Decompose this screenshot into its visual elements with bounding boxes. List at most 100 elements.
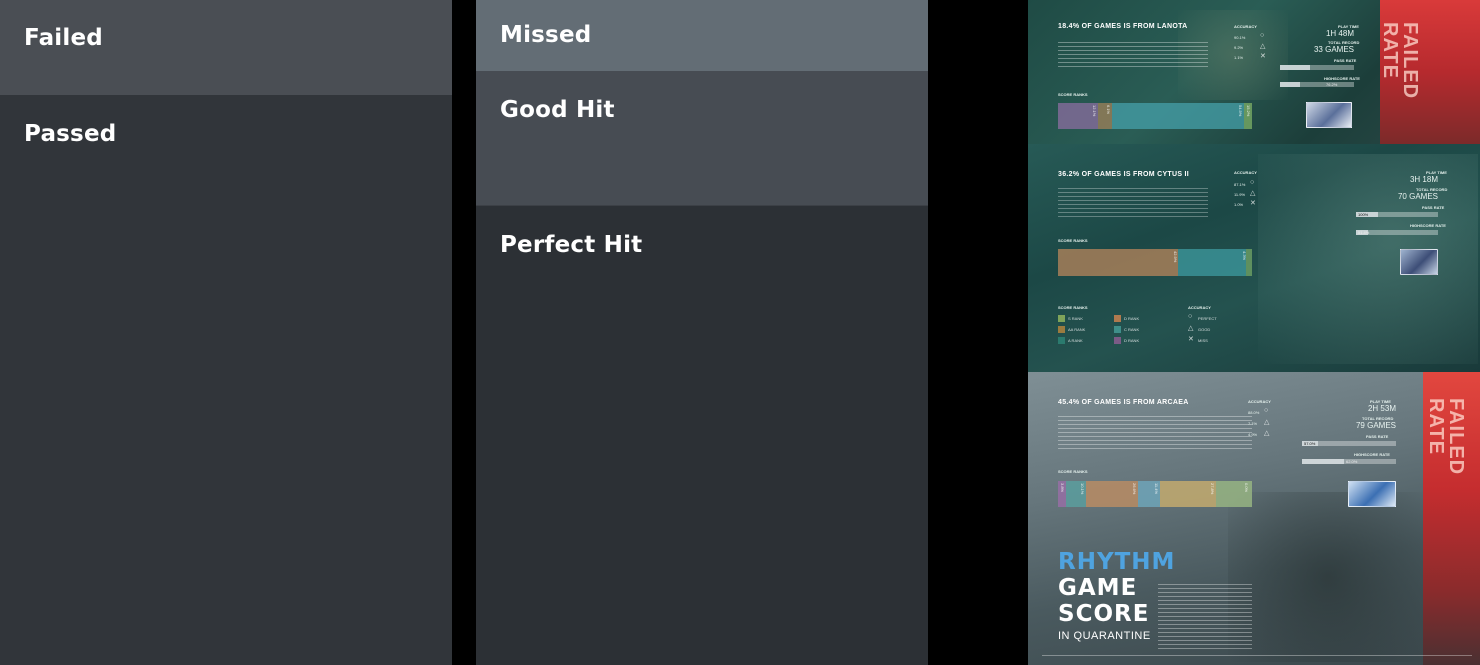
color-swatch-column-1: Failed Passed: [0, 0, 452, 665]
highscore-rate-label: HIGHSCORE RATE: [1354, 452, 1390, 457]
accuracy-good: 9.2%: [1234, 45, 1244, 50]
rank-value: 15.2%: [1246, 105, 1251, 117]
score-ranks-label: SCORE RANKS: [1058, 92, 1088, 97]
rank-value: 0.0%: [1244, 483, 1249, 493]
section-title: 36.2% OF GAMES IS FROM CYTUS II: [1058, 171, 1190, 178]
rank-value: 4.3%: [1242, 251, 1247, 261]
rank-value: 11.4%: [1154, 483, 1159, 495]
legend-label: C RANK: [1124, 327, 1140, 332]
triangle-icon: △: [1260, 43, 1266, 50]
good-hit-swatch: Good Hit: [476, 71, 928, 205]
gameplay-thumbnail: [1306, 102, 1352, 128]
legend-label: S RANK: [1068, 316, 1083, 321]
failed-rate-text: FAILED RATE: [1425, 398, 1467, 476]
poster-headline-line-1: RHYTHM: [1058, 549, 1176, 575]
failed-label: Failed: [24, 25, 103, 51]
legend-label: A RANK: [1068, 338, 1083, 343]
legend-swatch: [1114, 315, 1121, 322]
legend-swatch: [1058, 337, 1065, 344]
rank-segment: [1160, 481, 1216, 507]
score-rank-bar: 3.8% 10.1% 26.6% 11.4% 27.8% 0.0%: [1058, 481, 1252, 507]
circle-icon: ○: [1264, 407, 1269, 414]
failed-rate-text: FAILED RATE: [1379, 22, 1421, 100]
rank-value: 3.8%: [1060, 483, 1065, 493]
legend-swatch: [1114, 326, 1121, 333]
section-title: 45.4% OF GAMES IS FROM ARCAEA: [1058, 399, 1189, 406]
rank-value: 54.5%: [1238, 105, 1243, 117]
pass-rate-bar: 57.0%: [1302, 441, 1396, 446]
arcaea-section: 45.4% OF GAMES IS FROM ARCAEA ACCURACY 8…: [1028, 372, 1480, 665]
accuracy-perfect: 87.1%: [1234, 182, 1246, 187]
circle-icon: ○: [1260, 32, 1265, 39]
legend-swatch: [1114, 337, 1121, 344]
highscore-rate-bar: 76.2%: [1280, 82, 1354, 87]
rank-value: 12.1%: [1092, 105, 1097, 117]
pass-rate-bar: 100%: [1356, 212, 1438, 217]
highscore-rate-label: HIGHSCORE RATE: [1324, 76, 1360, 81]
triangle-icon: △: [1250, 190, 1256, 197]
accuracy-miss: 1.0%: [1234, 202, 1244, 207]
accuracy-miss: 1.1%: [1234, 55, 1244, 60]
triangle-icon: △: [1264, 430, 1270, 437]
legend-accuracy-title: ACCURACY: [1188, 305, 1211, 310]
rank-value: 42.9%: [1173, 251, 1178, 263]
body-text-block: [1058, 188, 1208, 218]
failed-swatch: Failed: [0, 0, 452, 95]
legend-accuracy-label: MISS: [1198, 338, 1208, 343]
pass-rate-label: PASS RATE: [1422, 205, 1445, 210]
rank-segment: [1058, 249, 1178, 276]
highscore-rate-bar: 51.4%: [1356, 230, 1438, 235]
gameplay-thumbnail: [1348, 481, 1396, 507]
legend-label: D RANK: [1124, 316, 1140, 321]
rank-value: 27.8%: [1210, 483, 1215, 495]
highscore-rate-value: 76.2%: [1326, 82, 1338, 87]
body-text-block: [1058, 42, 1208, 70]
rank-segment: [1112, 103, 1244, 129]
missed-label: Missed: [500, 22, 592, 48]
perfect-hit-label: Perfect Hit: [500, 232, 643, 258]
total-record: 79 GAMES: [1355, 421, 1396, 430]
highscore-rate-value: 51.4%: [1358, 230, 1370, 235]
accuracy-perfect: 90.1%: [1234, 35, 1246, 40]
highscore-rate-bar: 62.0%: [1302, 459, 1396, 464]
legend-accuracy-label: PERFECT: [1198, 316, 1217, 321]
cross-icon: ✕: [1260, 53, 1266, 60]
accuracy-miss: 4.9%: [1248, 432, 1258, 437]
circle-icon: ○: [1188, 313, 1193, 320]
pass-rate-bar: [1280, 65, 1354, 70]
triangle-icon: △: [1188, 325, 1194, 332]
score-rank-bar: 42.9% 4.3%: [1058, 249, 1252, 276]
legend-label: D RANK: [1124, 338, 1140, 343]
accuracy-label: ACCURACY: [1248, 399, 1271, 404]
gameplay-thumbnail: [1400, 249, 1438, 275]
rank-value: 26.6%: [1132, 483, 1137, 495]
rank-segment: [1086, 481, 1138, 507]
cytus-section: 36.2% OF GAMES IS FROM CYTUS II ACCURACY…: [1028, 144, 1480, 372]
pass-rate-label: PASS RATE: [1334, 58, 1357, 63]
poster-headline-line-2: GAME: [1058, 575, 1138, 601]
poster-body-text: [1158, 584, 1252, 652]
accuracy-good: 11.9%: [1234, 192, 1246, 197]
play-time: 1H 48M: [1325, 29, 1354, 38]
triangle-icon: △: [1264, 419, 1270, 426]
accuracy-label: ACCURACY: [1234, 24, 1257, 29]
legend-title: SCORE RANKS: [1058, 305, 1088, 310]
poster-preview: 18.4% OF GAMES IS FROM LANOTA ACCURACY 9…: [1028, 0, 1480, 665]
highscore-rate-label: HIGHSCORE RATE: [1410, 223, 1446, 228]
poster-headline-line-3: SCORE: [1058, 601, 1150, 627]
section-title: 18.4% OF GAMES IS FROM LANOTA: [1058, 23, 1188, 30]
accuracy-good: 7.1%: [1248, 421, 1258, 426]
passed-swatch: Passed: [0, 95, 452, 665]
rank-segment: [1178, 249, 1246, 276]
blurred-background: [1258, 154, 1478, 364]
rank-value: 10.1%: [1080, 483, 1085, 495]
blurred-background: [1228, 492, 1428, 662]
pass-rate-value: 100%: [1358, 212, 1369, 217]
total-record: 70 GAMES: [1397, 192, 1438, 201]
missed-swatch: Missed: [476, 0, 928, 71]
cross-icon: ✕: [1250, 200, 1256, 207]
lanota-section: 18.4% OF GAMES IS FROM LANOTA ACCURACY 9…: [1028, 0, 1480, 144]
pass-rate-value: 57.0%: [1304, 441, 1316, 446]
total-record: 33 GAMES: [1313, 45, 1354, 54]
legend-accuracy-label: GOOD: [1198, 327, 1211, 332]
